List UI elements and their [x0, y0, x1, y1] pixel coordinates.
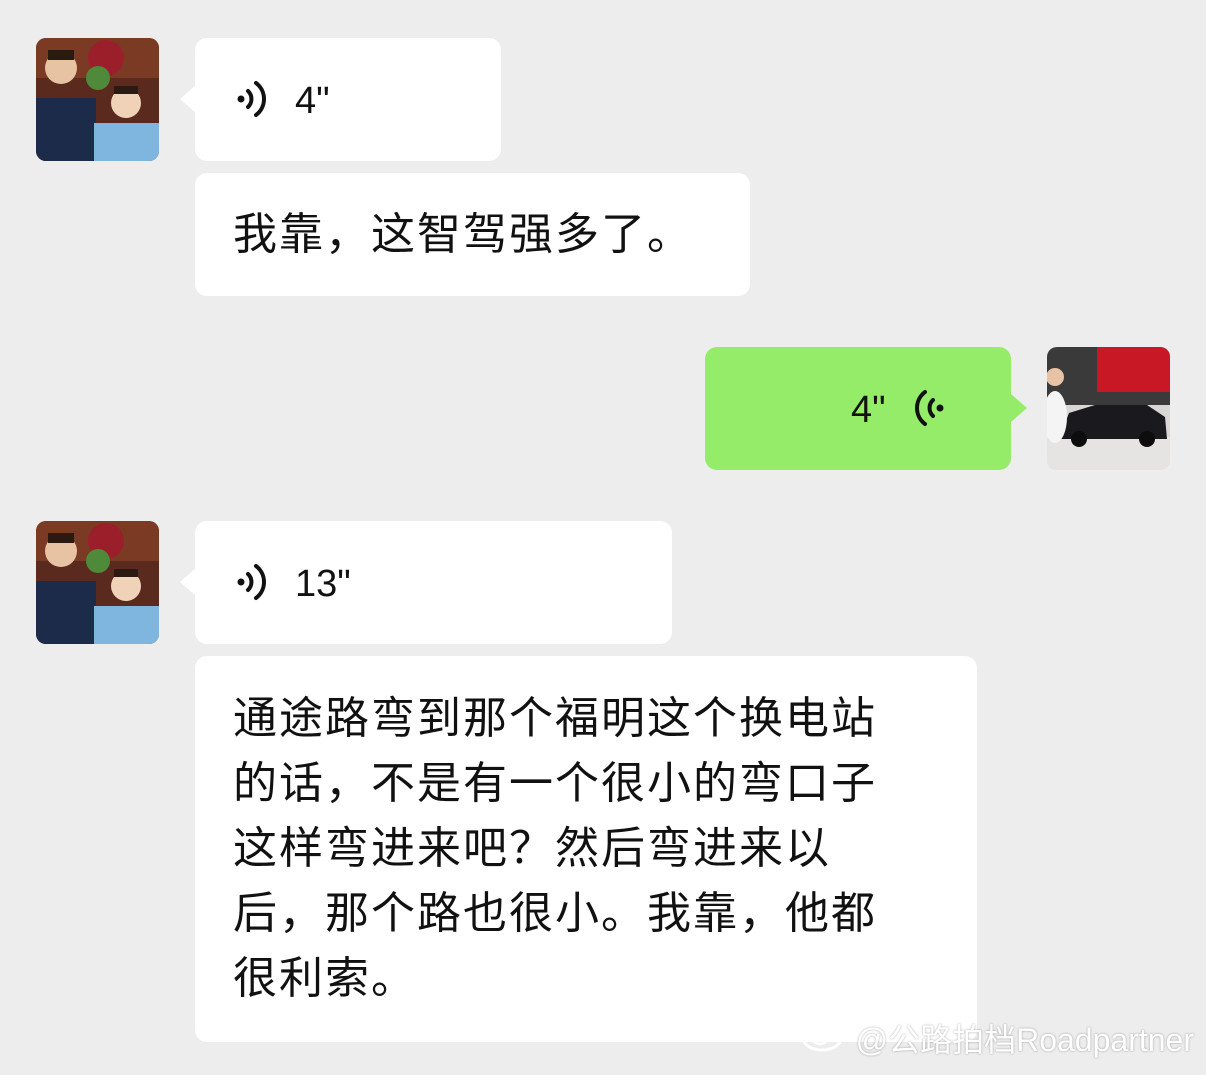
voice-duration: 4": [295, 79, 330, 122]
text-message-bubble[interactable]: 通途路弯到那个福明这个换电站 的话，不是有一个很小的弯口子 这样弯进来吧？然后弯…: [195, 656, 977, 1042]
voice-message-bubble[interactable]: 13": [195, 521, 672, 644]
message-line: 通途路弯到那个福明这个换电站: [233, 693, 877, 744]
voice-duration: 13": [295, 562, 351, 605]
weibo-logo-icon: [800, 1016, 850, 1060]
bubble-tail: [1011, 394, 1027, 422]
message-line: 的话，不是有一个很小的弯口子: [233, 758, 877, 809]
watermark-text: @公路拍档Roadpartner: [855, 1022, 1194, 1058]
voice-duration: 4": [851, 388, 886, 431]
watermark: @公路拍档Roadpartner: [800, 1015, 1194, 1061]
bubble-tail: [180, 568, 196, 596]
message-line: 很利索。: [233, 953, 417, 1004]
contact-avatar[interactable]: [36, 521, 159, 644]
voice-wave-icon: [233, 561, 273, 607]
my-avatar[interactable]: [1047, 347, 1170, 470]
voice-message-bubble[interactable]: 4": [195, 38, 501, 161]
voice-wave-icon: [233, 78, 273, 124]
message-line: 后，那个路也很小。我靠，他都: [233, 888, 877, 939]
message-line: 这样弯进来吧？然后弯进来以: [233, 823, 831, 874]
voice-message-bubble-outgoing[interactable]: 4": [705, 347, 1011, 470]
voice-wave-icon: [908, 387, 948, 433]
bubble-tail: [180, 85, 196, 113]
message-text: 我靠，这智驾强多了。: [233, 209, 693, 260]
message-text: 通途路弯到那个福明这个换电站 的话，不是有一个很小的弯口子 这样弯进来吧？然后弯…: [233, 686, 877, 1011]
contact-avatar[interactable]: [36, 38, 159, 161]
text-message-bubble[interactable]: 我靠，这智驾强多了。: [195, 173, 750, 296]
